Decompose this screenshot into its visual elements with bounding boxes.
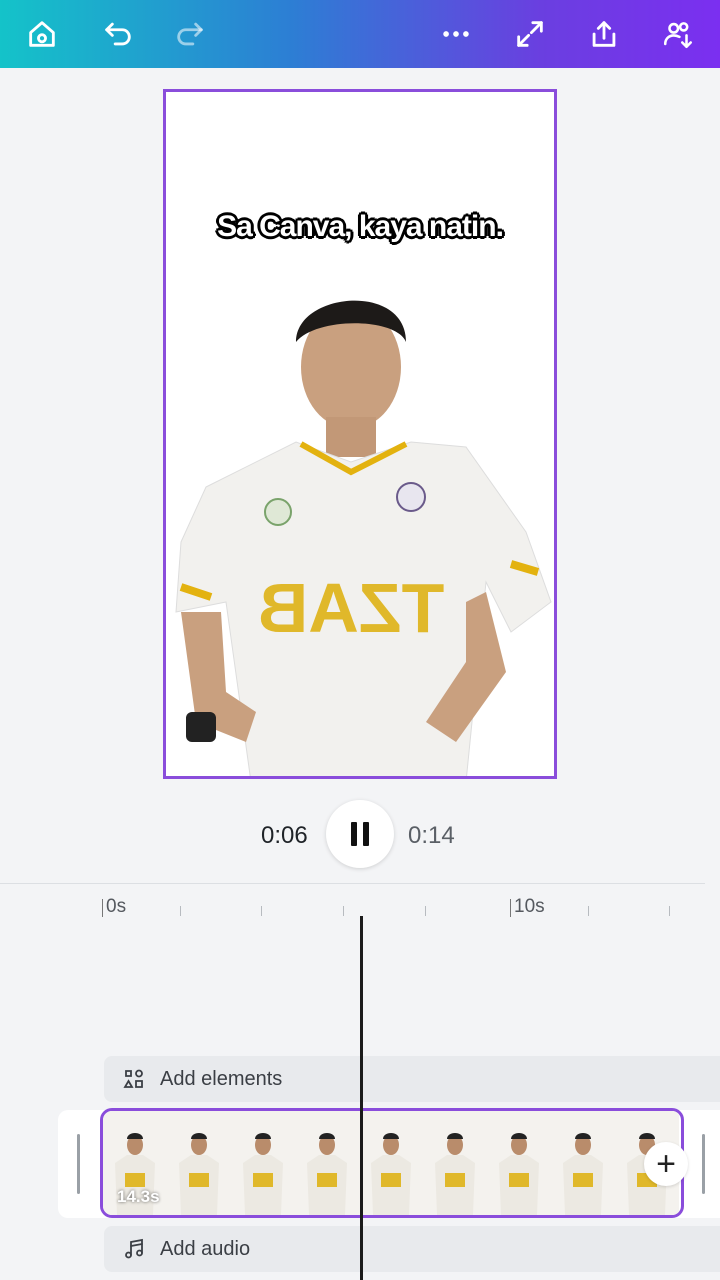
add-audio-button[interactable]: Add audio xyxy=(104,1226,720,1272)
ruler-label-10s: 10s xyxy=(510,896,545,917)
ruler-tick xyxy=(180,906,181,916)
pause-button[interactable] xyxy=(326,800,394,868)
clip-thumbnail xyxy=(487,1111,551,1215)
clip-thumbnail xyxy=(359,1111,423,1215)
add-audio-label: Add audio xyxy=(160,1237,251,1260)
clip-thumbnail xyxy=(423,1111,487,1215)
ruler-tick xyxy=(343,906,344,916)
share-icon[interactable] xyxy=(578,8,630,60)
current-time: 0:06 xyxy=(261,822,308,849)
clip-thumbnails xyxy=(103,1111,681,1215)
ruler-tick xyxy=(425,906,426,916)
video-subject-image: TZAB xyxy=(175,300,552,776)
design-page[interactable]: Sa Canva, kaya natin. TZAB xyxy=(163,89,557,779)
ruler-tick xyxy=(261,906,262,916)
timeline-playhead[interactable] xyxy=(360,916,363,1280)
clip-thumbnail xyxy=(295,1111,359,1215)
svg-text:TZAB: TZAB xyxy=(258,569,445,647)
add-elements-button[interactable]: Add elements xyxy=(104,1056,720,1102)
video-clip[interactable]: 14.3s xyxy=(100,1108,684,1218)
total-time: 0:14 xyxy=(408,822,455,849)
clip-thumbnail xyxy=(167,1111,231,1215)
collaborate-icon[interactable] xyxy=(652,8,704,60)
divider xyxy=(0,883,705,884)
pause-icon-bar xyxy=(363,822,369,846)
caption-text[interactable]: Sa Canva, kaya natin. xyxy=(166,210,554,244)
ruler-tick xyxy=(588,906,589,916)
elements-icon xyxy=(123,1069,143,1088)
ruler-label-0s: 0s xyxy=(101,896,127,917)
clip-thumbnail xyxy=(551,1111,615,1215)
pause-icon xyxy=(351,822,357,846)
ruler-tick xyxy=(669,906,670,916)
add-clip-button[interactable]: + xyxy=(644,1142,688,1186)
top-toolbar xyxy=(0,0,720,68)
more-icon[interactable] xyxy=(430,8,482,60)
music-note-icon xyxy=(125,1238,143,1259)
track-right-handle[interactable] xyxy=(702,1134,705,1194)
clip-duration: 14.3s xyxy=(117,1187,160,1206)
add-elements-label: Add elements xyxy=(160,1067,283,1090)
fullscreen-icon[interactable] xyxy=(504,8,556,60)
home-icon[interactable] xyxy=(16,8,68,60)
undo-icon[interactable] xyxy=(92,8,144,60)
clip-thumbnail xyxy=(231,1111,295,1215)
playback-controls: 0:06 0:14 xyxy=(0,800,720,870)
redo-icon[interactable] xyxy=(164,8,216,60)
track-left-handle[interactable] xyxy=(77,1134,80,1194)
